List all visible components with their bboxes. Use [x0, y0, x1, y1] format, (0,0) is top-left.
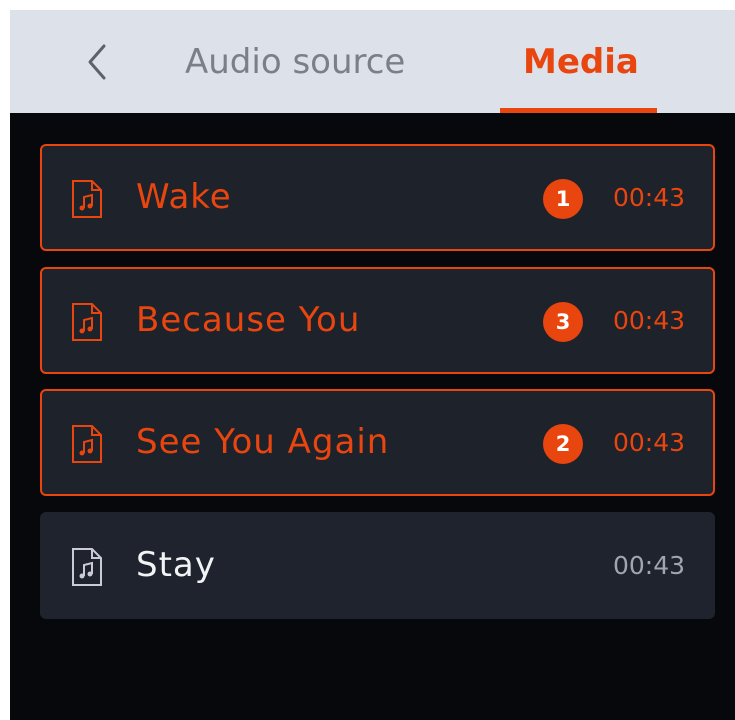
track-title: Because You	[136, 300, 361, 340]
music-file-icon	[70, 179, 104, 219]
track-title: Stay	[136, 545, 216, 585]
active-tab-indicator	[500, 108, 657, 113]
media-list-item[interactable]: Wake 1 00:43	[40, 144, 715, 251]
back-button[interactable]	[76, 40, 120, 84]
app-screen: Audio source Media Wake 1 00:43 Because …	[10, 10, 735, 720]
tab-audio-source[interactable]: Audio source	[185, 38, 405, 86]
music-file-icon	[70, 547, 104, 587]
media-list-item[interactable]: Because You 3 00:43	[40, 267, 715, 374]
track-duration: 00:43	[612, 306, 685, 335]
queue-order-badge: 2	[543, 424, 583, 464]
queue-order-badge: 3	[543, 302, 583, 342]
media-list-item[interactable]: Stay 00:43	[40, 512, 715, 619]
track-title: Wake	[136, 177, 232, 217]
track-duration: 00:43	[612, 551, 685, 580]
track-title: See You Again	[136, 422, 390, 462]
track-duration: 00:43	[612, 183, 685, 212]
music-file-icon	[70, 424, 104, 464]
tab-media[interactable]: Media	[523, 38, 639, 86]
media-list-item[interactable]: See You Again 2 00:43	[40, 389, 715, 496]
header-bar: Audio source Media	[10, 10, 735, 113]
track-duration: 00:43	[612, 428, 685, 457]
music-file-icon	[70, 302, 104, 342]
queue-order-badge: 1	[543, 179, 583, 219]
chevron-left-icon	[88, 44, 106, 80]
